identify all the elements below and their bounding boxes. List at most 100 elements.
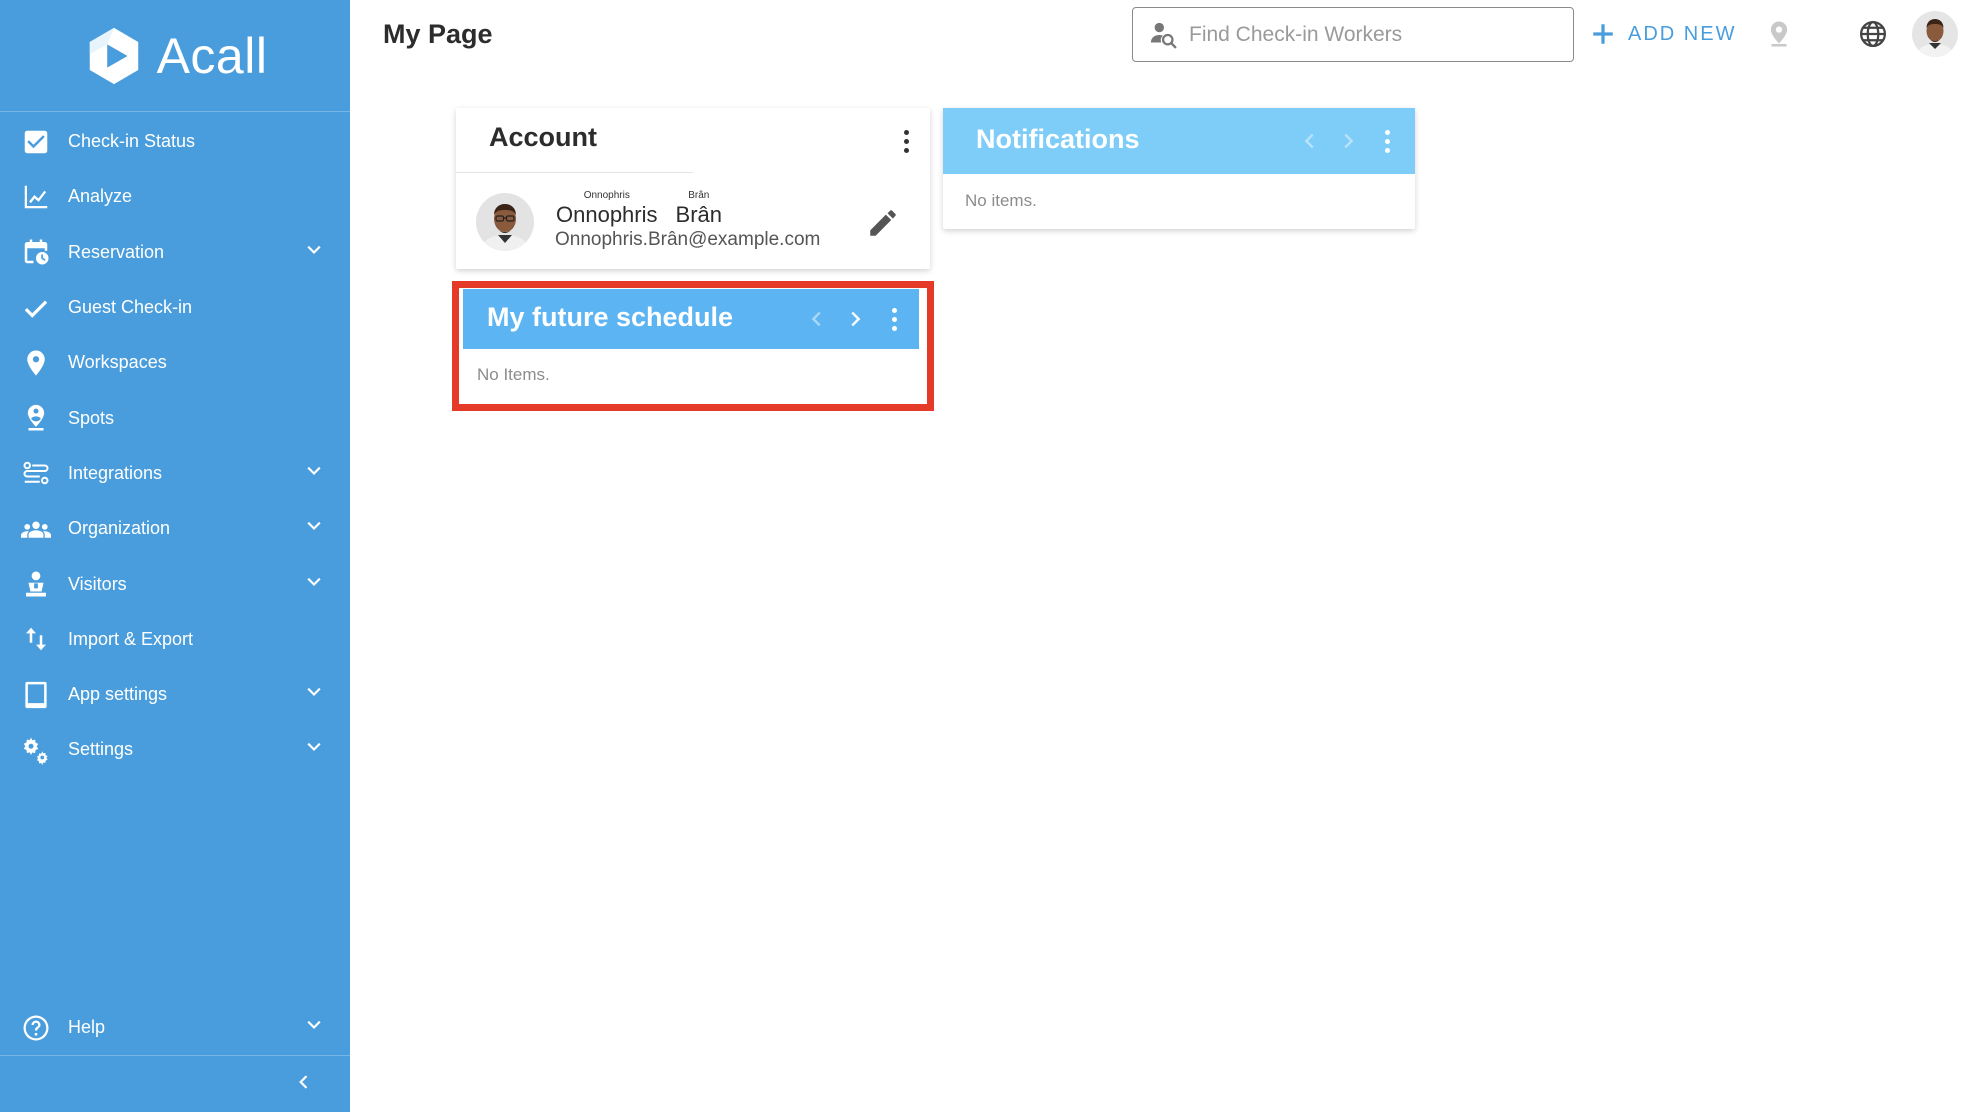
schedule-next-button[interactable]	[844, 308, 866, 330]
account-card-title: Account	[489, 122, 597, 152]
notifications-next-button[interactable]	[1337, 130, 1359, 152]
group-icon	[20, 513, 52, 545]
future-schedule-card-header: My future schedule	[463, 289, 919, 349]
page-title: My Page	[383, 19, 493, 49]
kebab-dot-icon	[891, 316, 897, 322]
notifications-prev-button[interactable]	[1299, 130, 1321, 152]
app-root: Acall Check-in Status Analyze Reservatio…	[0, 0, 1980, 1112]
edit-account-button[interactable]	[866, 206, 900, 240]
schedule-card-menu-button[interactable]	[882, 304, 906, 334]
account-card: Account Onnophris Onnophris Brân Brân On…	[456, 108, 930, 269]
sidebar: Acall Check-in Status Analyze Reservatio…	[0, 0, 350, 1112]
user-photo	[476, 193, 534, 251]
plus-icon	[1593, 24, 1613, 44]
search-input[interactable]	[1189, 22, 1559, 47]
sidebar-item-label: Check-in Status	[68, 131, 196, 152]
globe-icon	[1860, 21, 1886, 47]
gears-icon	[20, 734, 52, 766]
sidebar-item-guest-check-in[interactable]: Guest Check-in	[0, 280, 350, 335]
sidebar-item-help[interactable]: Help	[0, 1000, 350, 1056]
chevron-down-icon	[304, 516, 324, 541]
checkmark-icon	[20, 292, 52, 324]
sidebar-item-reservation[interactable]: Reservation	[0, 225, 350, 280]
account-email: Onnophris.Brân@example.com	[555, 229, 821, 250]
sidebar-item-import-export[interactable]: Import & Export	[0, 612, 350, 667]
chevron-left-icon	[294, 1072, 314, 1097]
location-pin-button[interactable]	[1762, 17, 1796, 51]
person-pin-icon	[20, 402, 52, 434]
kebab-dot-icon	[903, 147, 909, 153]
sidebar-item-label: Analyze	[68, 186, 133, 207]
first-name: Onnophris	[556, 202, 658, 227]
brand-logo[interactable]: Acall	[0, 0, 350, 112]
first-name-block: Onnophris Onnophris	[556, 190, 658, 228]
chevron-down-icon	[304, 572, 324, 597]
calendar-clock-icon	[20, 236, 52, 268]
account-name: Onnophris Onnophris Brân Brân	[556, 190, 722, 228]
sidebar-item-organization[interactable]: Organization	[0, 501, 350, 556]
last-name: Brân	[675, 202, 722, 227]
brand-name: Acall	[156, 27, 268, 84]
person-search-icon	[1150, 22, 1177, 48]
sidebar-item-check-in-status[interactable]: Check-in Status	[0, 114, 350, 169]
kebab-dot-icon	[903, 138, 909, 144]
sidebar-item-workspaces[interactable]: Workspaces	[0, 335, 350, 390]
sidebar-item-analyze[interactable]: Analyze	[0, 169, 350, 224]
sidebar-item-label: Workspaces	[68, 352, 167, 373]
sidebar-item-label: Reservation	[68, 241, 165, 262]
integrations-icon	[20, 457, 52, 489]
kebab-dot-icon	[903, 129, 909, 135]
chevron-down-icon	[304, 461, 324, 486]
search-box[interactable]	[1132, 7, 1574, 62]
sidebar-item-label: Guest Check-in	[68, 297, 193, 318]
sidebar-item-integrations[interactable]: Integrations	[0, 446, 350, 501]
notifications-card-menu-button[interactable]	[1375, 126, 1399, 156]
sidebar-item-visitors[interactable]: Visitors	[0, 556, 350, 611]
schedule-prev-button[interactable]	[806, 308, 828, 330]
account-card-header: Account	[456, 108, 930, 172]
chevron-down-icon	[304, 682, 324, 707]
sidebar-item-label: Integrations	[68, 462, 163, 483]
language-button[interactable]	[1856, 17, 1890, 51]
kebab-dot-icon	[1384, 138, 1390, 144]
notifications-card: Notifications No items.	[943, 108, 1415, 229]
sidebar-nav: Check-in Status Analyze Reservation Gues…	[0, 112, 350, 778]
user-avatar-button[interactable]	[1912, 11, 1958, 57]
future-schedule-card-title: My future schedule	[487, 302, 734, 332]
notifications-card-title: Notifications	[976, 124, 1140, 154]
sidebar-item-app-settings[interactable]: App settings	[0, 667, 350, 722]
last-name-ruby: Brân	[688, 190, 710, 201]
sidebar-collapse-button[interactable]	[0, 1056, 350, 1112]
divider	[456, 172, 693, 173]
location-pin-icon	[1770, 21, 1788, 47]
chevron-down-icon	[304, 737, 324, 762]
pencil-icon	[870, 210, 896, 236]
sidebar-item-label: App settings	[68, 684, 168, 705]
import-export-icon	[20, 623, 52, 655]
last-name-block: Brân Brân	[676, 190, 722, 228]
acall-logo-icon	[89, 27, 138, 84]
chevron-left-icon	[1304, 133, 1314, 149]
sidebar-item-spots[interactable]: Spots	[0, 390, 350, 445]
sidebar-bottom: Help	[0, 1000, 350, 1112]
avatar	[1912, 11, 1958, 57]
future-schedule-card: My future schedule No Items.	[463, 289, 919, 401]
account-card-menu-button[interactable]	[894, 126, 918, 156]
add-new-label: ADD NEW	[1628, 22, 1737, 45]
sidebar-item-label: Import & Export	[68, 628, 194, 649]
chevron-down-icon	[304, 240, 324, 265]
chevron-right-icon	[851, 311, 861, 327]
line-chart-icon	[20, 181, 52, 213]
chevron-down-icon	[304, 1015, 324, 1040]
kebab-dot-icon	[891, 307, 897, 313]
notifications-empty-text: No items.	[965, 191, 1037, 210]
chevron-right-icon	[1344, 133, 1354, 149]
add-new-button[interactable]: ADD NEW	[1590, 14, 1736, 54]
sidebar-item-label: Help	[68, 1017, 106, 1037]
first-name-ruby: Onnophris	[583, 190, 630, 201]
sidebar-item-label: Organization	[68, 518, 171, 539]
sidebar-item-settings[interactable]: Settings	[0, 722, 350, 777]
visitor-icon	[20, 568, 52, 600]
future-schedule-empty-text: No Items.	[477, 365, 550, 384]
help-icon	[20, 1012, 52, 1044]
